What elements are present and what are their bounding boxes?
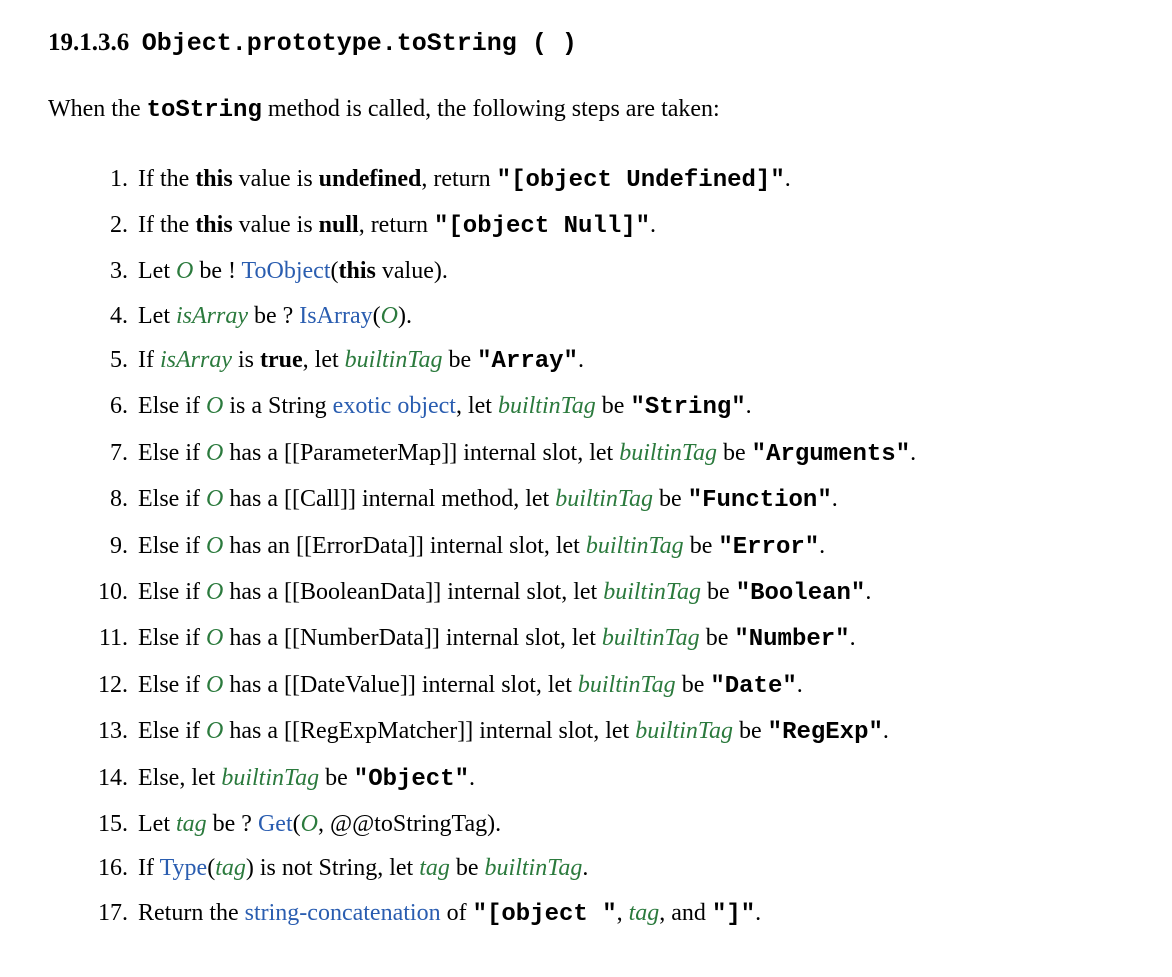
step-5: If isArray is true, let builtinTag be "A… [138,338,1132,384]
step-11: Else if O has a [[NumberData]] internal … [138,616,1132,662]
step-14: Else, let builtinTag be "Object". [138,756,1132,802]
section-number: 19.1.3.6 [48,29,129,56]
step-17: Return the string-concatenation of "[obj… [138,891,1132,937]
ref-string-concatenation[interactable]: string-concatenation [245,900,441,926]
ref-exotic-object[interactable]: exotic object [333,393,456,419]
step-3: Let O be ! ToObject(this value). [138,249,1132,293]
ref-isarray[interactable]: IsArray [299,303,372,329]
section-title: Object.prototype.toString ( ) [142,29,577,58]
step-13: Else if O has a [[RegExpMatcher]] intern… [138,709,1132,755]
ref-get[interactable]: Get [258,811,293,837]
step-9: Else if O has an [[ErrorData]] internal … [138,524,1132,570]
ref-toobject[interactable]: ToObject [242,258,331,284]
intro-paragraph: When the toString method is called, the … [48,91,1132,129]
step-8: Else if O has a [[Call]] internal method… [138,477,1132,523]
section-heading: 19.1.3.6 Object.prototype.toString ( ) [48,24,1132,63]
step-7: Else if O has a [[ParameterMap]] interna… [138,431,1132,477]
step-15: Let tag be ? Get(O, @@toStringTag). [138,802,1132,846]
intro-suffix: method is called, the following steps ar… [262,96,720,122]
step-6: Else if O is a String exotic object, let… [138,384,1132,430]
step-12: Else if O has a [[DateValue]] internal s… [138,663,1132,709]
step-1: If the this value is undefined, return "… [138,157,1132,203]
step-2: If the this value is null, return "[obje… [138,203,1132,249]
step-10: Else if O has a [[BooleanData]] internal… [138,570,1132,616]
intro-method: toString [147,97,262,124]
step-4: Let isArray be ? IsArray(O). [138,294,1132,338]
algorithm-list: If the this value is undefined, return "… [48,157,1132,938]
step-16: If Type(tag) is not String, let tag be b… [138,846,1132,890]
ref-type[interactable]: Type [160,855,208,881]
intro-prefix: When the [48,96,147,122]
